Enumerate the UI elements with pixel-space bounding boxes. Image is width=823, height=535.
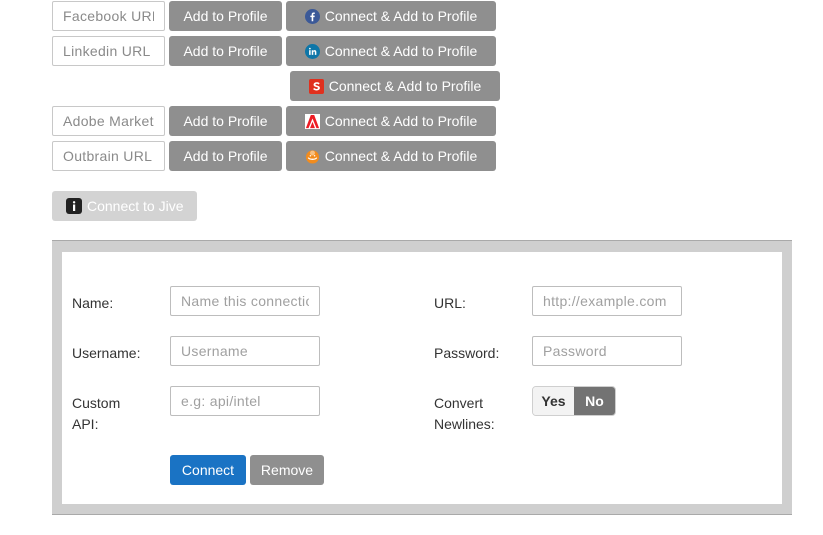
- outbrain-icon: [305, 149, 320, 164]
- name-input[interactable]: [170, 286, 320, 316]
- custom-api-input[interactable]: [170, 386, 320, 416]
- connection-panel: Name: URL: Username: Password: Custom AP…: [52, 240, 792, 515]
- outbrain-connect-button[interactable]: Connect & Add to Profile: [286, 141, 496, 171]
- facebook-icon: [304, 8, 320, 24]
- outbrain-row: Add to Profile Connect & Add to Profile: [52, 141, 496, 171]
- adobe-icon: [304, 113, 320, 129]
- linkedin-icon: [304, 43, 320, 59]
- salesforce-icon: [308, 78, 324, 94]
- linkedin-connect-button[interactable]: Connect & Add to Profile: [286, 36, 496, 66]
- salesforce-connect-button[interactable]: Connect & Add to Profile: [290, 71, 500, 101]
- password-label: Password:: [434, 345, 500, 361]
- adobe-row: Add to Profile Connect & Add to Profile: [52, 106, 496, 136]
- facebook-connect-label: Connect & Add to Profile: [324, 8, 478, 24]
- connect-to-jive-label: Connect to Jive: [87, 198, 184, 214]
- toggle-yes-option[interactable]: Yes: [533, 387, 574, 415]
- convert-newlines-label-line2: Newlines:: [434, 416, 495, 432]
- password-input[interactable]: [532, 336, 682, 366]
- adobe-connect-button[interactable]: Connect & Add to Profile: [286, 106, 496, 136]
- username-input[interactable]: [170, 336, 320, 366]
- connection-form: Name: URL: Username: Password: Custom AP…: [62, 252, 782, 504]
- jive-icon: [66, 198, 82, 214]
- outbrain-connect-label: Connect & Add to Profile: [324, 148, 478, 164]
- custom-api-label-line1: Custom: [72, 395, 121, 411]
- url-label: URL:: [434, 295, 466, 311]
- linkedin-row: Add to Profile Connect & Add to Profile: [52, 36, 496, 66]
- outbrain-add-to-profile-button[interactable]: Add to Profile: [169, 141, 282, 171]
- linkedin-add-to-profile-button[interactable]: Add to Profile: [169, 36, 282, 66]
- facebook-connect-button[interactable]: Connect & Add to Profile: [286, 1, 496, 31]
- adobe-marketo-url-input[interactable]: [52, 106, 165, 136]
- linkedin-url-input[interactable]: [52, 36, 165, 66]
- url-input[interactable]: [532, 286, 682, 316]
- custom-api-label-line2: API:: [72, 416, 99, 432]
- facebook-url-input[interactable]: [52, 1, 165, 31]
- linkedin-connect-label: Connect & Add to Profile: [324, 43, 478, 59]
- toggle-no-option[interactable]: No: [574, 387, 615, 415]
- connect-to-jive-button[interactable]: Connect to Jive: [52, 191, 197, 221]
- facebook-row: Add to Profile Connect & Add to Profile: [52, 1, 496, 31]
- adobe-add-to-profile-button[interactable]: Add to Profile: [169, 106, 282, 136]
- convert-newlines-toggle: Yes No: [532, 386, 616, 416]
- connect-button[interactable]: Connect: [170, 455, 246, 485]
- convert-newlines-label-line1: Convert: [434, 395, 484, 411]
- salesforce-connect-label: Connect & Add to Profile: [328, 78, 482, 94]
- facebook-add-to-profile-button[interactable]: Add to Profile: [169, 1, 282, 31]
- username-label: Username:: [72, 345, 141, 361]
- remove-button[interactable]: Remove: [250, 455, 324, 485]
- salesforce-row: Connect & Add to Profile: [52, 71, 500, 101]
- adobe-connect-label: Connect & Add to Profile: [324, 113, 478, 129]
- name-label: Name:: [72, 295, 114, 311]
- outbrain-url-input[interactable]: [52, 141, 165, 171]
